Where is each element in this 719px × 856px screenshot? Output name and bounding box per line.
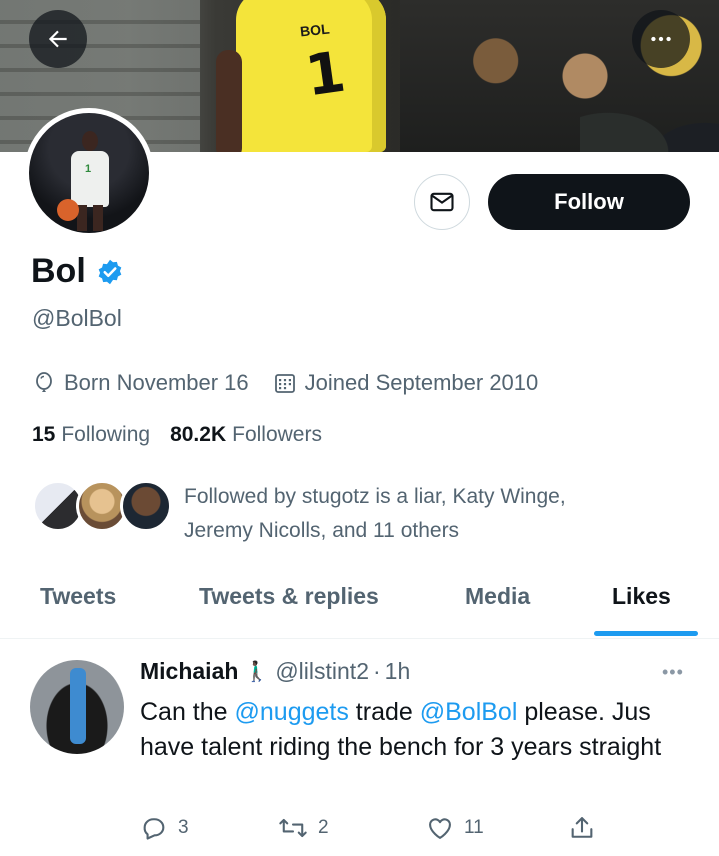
- banner-jersey-text: BOL: [299, 20, 331, 40]
- profile-handle: @BolBol: [32, 305, 122, 331]
- followed-by-text: Followed by stugotz is a liar, Katy Wing…: [184, 485, 566, 542]
- more-icon: [651, 36, 671, 42]
- following-count: 15: [32, 423, 56, 446]
- tweet-author-avatar[interactable]: [30, 660, 124, 754]
- retweet-count: 2: [318, 817, 329, 838]
- avatar-jersey-number: 1: [85, 163, 92, 175]
- tweet-text-segment: trade: [348, 698, 420, 726]
- avatar-basketball: [57, 199, 79, 221]
- envelope-icon: [430, 192, 454, 212]
- followers-label: Followers: [232, 423, 322, 446]
- calendar-icon: [274, 374, 295, 393]
- balloon-icon: [36, 372, 52, 392]
- followers-count: 80.2K: [170, 423, 227, 446]
- tweet-header: Michaiah 🚶🏿‍♂️ @lilstint2 · 1h: [140, 658, 410, 685]
- tab-tweets[interactable]: Tweets: [40, 583, 116, 610]
- back-button[interactable]: [29, 10, 87, 68]
- avatar-head: [82, 131, 98, 151]
- tweet-separator: ·: [372, 658, 381, 684]
- tab-tweets-replies[interactable]: Tweets & replies: [199, 583, 379, 610]
- following-link[interactable]: 15 Following: [32, 423, 150, 447]
- mention-link[interactable]: @nuggets: [235, 698, 349, 726]
- like-count: 11: [464, 817, 484, 838]
- tweet-author-emoji: 🚶🏿‍♂️: [244, 661, 270, 683]
- avatar-leg: [93, 205, 103, 231]
- follower-avatar: [120, 480, 172, 532]
- avatar-jersey: [71, 151, 109, 207]
- display-name: Bol: [31, 252, 86, 290]
- retweet-icon: [279, 818, 307, 838]
- follow-stats: 15 Following 80.2K Followers: [32, 423, 322, 447]
- share-icon: [571, 817, 593, 838]
- joined-item: Joined September 2010: [273, 370, 539, 396]
- tab-likes[interactable]: Likes: [612, 583, 671, 610]
- reply-icon: [143, 818, 165, 840]
- tweet-actions: 3 2 11: [140, 814, 610, 848]
- avatar-image: 1: [29, 113, 149, 233]
- message-button[interactable]: [414, 174, 470, 230]
- tweet-avatar-figure: [70, 668, 86, 744]
- heart-icon: [429, 818, 451, 839]
- verified-badge-icon: [98, 259, 122, 284]
- followers-link[interactable]: 80.2K Followers: [170, 423, 322, 447]
- more-options-button[interactable]: [632, 10, 690, 68]
- mention-link[interactable]: @BolBol: [420, 698, 518, 726]
- tweet-time[interactable]: 1h: [385, 658, 411, 685]
- following-label: Following: [61, 423, 151, 446]
- name-row: Bol: [31, 252, 124, 291]
- tweet-author-handle[interactable]: @lilstint2: [275, 658, 369, 685]
- follow-button[interactable]: Follow: [488, 174, 690, 230]
- banner-crowd-foreground: [580, 80, 719, 152]
- tweet-more-button[interactable]: •••: [662, 662, 684, 683]
- back-arrow-icon: [48, 30, 67, 48]
- profile-meta: Born November 16 Joined September 2010: [32, 370, 538, 396]
- tweet-text: Can the @nuggets trade @BolBol please. J…: [140, 695, 700, 765]
- reply-button[interactable]: 3: [140, 814, 189, 842]
- joined-text: Joined September 2010: [304, 370, 539, 395]
- share-button[interactable]: [568, 814, 606, 842]
- birthday-item: Born November 16: [32, 370, 249, 396]
- active-tab-indicator: [594, 631, 698, 636]
- profile-tabs: Tweets Tweets & replies Media Likes: [0, 577, 719, 639]
- like-button[interactable]: 11: [426, 814, 484, 842]
- birthday-text: Born November 16: [64, 370, 249, 395]
- banner-arm: [216, 50, 242, 152]
- reply-count: 3: [178, 817, 189, 838]
- retweet-button[interactable]: 2: [278, 814, 329, 842]
- tweet-author-name[interactable]: Michaiah: [140, 658, 238, 685]
- tweet-text-segment: Can the: [140, 698, 235, 726]
- profile-avatar[interactable]: 1: [24, 108, 154, 238]
- tab-media[interactable]: Media: [465, 583, 530, 610]
